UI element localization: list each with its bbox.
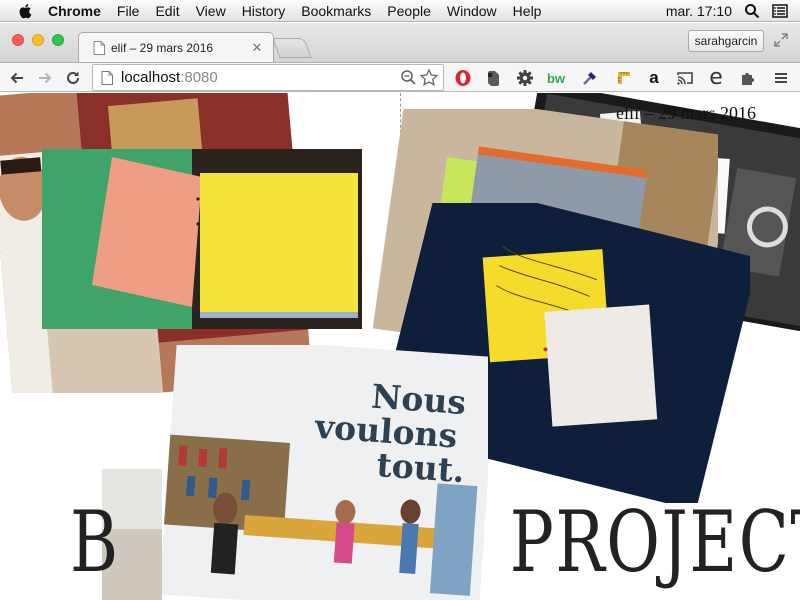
menu-window[interactable]: Window [439, 0, 505, 22]
menu-bookmarks[interactable]: Bookmarks [293, 0, 379, 22]
ruler-icon[interactable] [614, 68, 634, 88]
browser-toolbar: localhost:8080 bw a e [0, 62, 800, 92]
projects-heading-initial: B [70, 493, 120, 591]
zoom-magnifier-icon[interactable] [399, 68, 419, 88]
eyedropper-icon[interactable] [580, 68, 600, 88]
bookmark-star-icon[interactable] [419, 68, 439, 88]
e-icon[interactable]: e [706, 67, 726, 89]
reload-icon[interactable] [64, 69, 82, 87]
bw-icon[interactable]: bw [546, 68, 566, 88]
gear-icon[interactable] [515, 68, 535, 88]
forward-arrow-icon[interactable] [36, 69, 54, 87]
menu-app-chrome[interactable]: Chrome [44, 0, 109, 22]
spotlight-search-icon[interactable] [744, 3, 760, 19]
new-tab-button[interactable] [272, 38, 312, 58]
amazon-icon[interactable]: a [644, 68, 664, 88]
menu-people[interactable]: People [379, 0, 439, 22]
back-arrow-icon[interactable] [8, 69, 26, 87]
window-zoom-button[interactable] [52, 34, 64, 46]
projects-heading[interactable]: B PROJECTS [70, 493, 800, 591]
hamburger-menu-icon[interactable] [771, 68, 791, 88]
poster-text: Nous voulons tout. [312, 376, 471, 491]
projects-heading-word: PROJECTS [509, 493, 800, 591]
macos-menu-bar: Chrome File Edit View History Bookmarks … [0, 0, 800, 22]
window-minimize-button[interactable] [32, 34, 44, 46]
menu-help[interactable]: Help [505, 0, 550, 22]
menu-history[interactable]: History [234, 0, 294, 22]
menubar-clock[interactable]: mar. 17:10 [666, 3, 744, 19]
web-page-content: elif – 29 mars 2016 Nous voulons tout. B… [0, 93, 800, 600]
apple-icon[interactable] [18, 3, 34, 19]
page-favicon-icon [93, 41, 105, 55]
address-host: localhost [121, 69, 181, 86]
cast-icon[interactable] [675, 68, 695, 88]
menu-file[interactable]: File [109, 0, 148, 22]
profile-button[interactable]: sarahgarcin [688, 30, 764, 52]
browser-tab-active[interactable]: elif – 29 mars 2016 ✕ [78, 32, 274, 63]
address-port: :8080 [180, 69, 218, 86]
page-info-icon[interactable] [101, 70, 113, 85]
menu-edit[interactable]: Edit [147, 0, 187, 22]
photo-booklet-green-yellow[interactable] [42, 149, 362, 329]
tab-close-icon[interactable]: ✕ [249, 40, 265, 56]
evernote-icon[interactable] [483, 68, 503, 88]
tab-title: elif – 29 mars 2016 [111, 41, 214, 55]
fullscreen-icon[interactable] [773, 32, 789, 48]
address-bar[interactable]: localhost:8080 [92, 64, 444, 91]
browser-tab-strip: elif – 29 mars 2016 ✕ sarahgarcin [0, 23, 800, 63]
puzzle-icon[interactable] [738, 68, 758, 88]
menu-view[interactable]: View [188, 0, 234, 22]
opera-icon[interactable] [453, 68, 473, 88]
notification-center-icon[interactable] [772, 3, 788, 19]
window-close-button[interactable] [12, 34, 24, 46]
